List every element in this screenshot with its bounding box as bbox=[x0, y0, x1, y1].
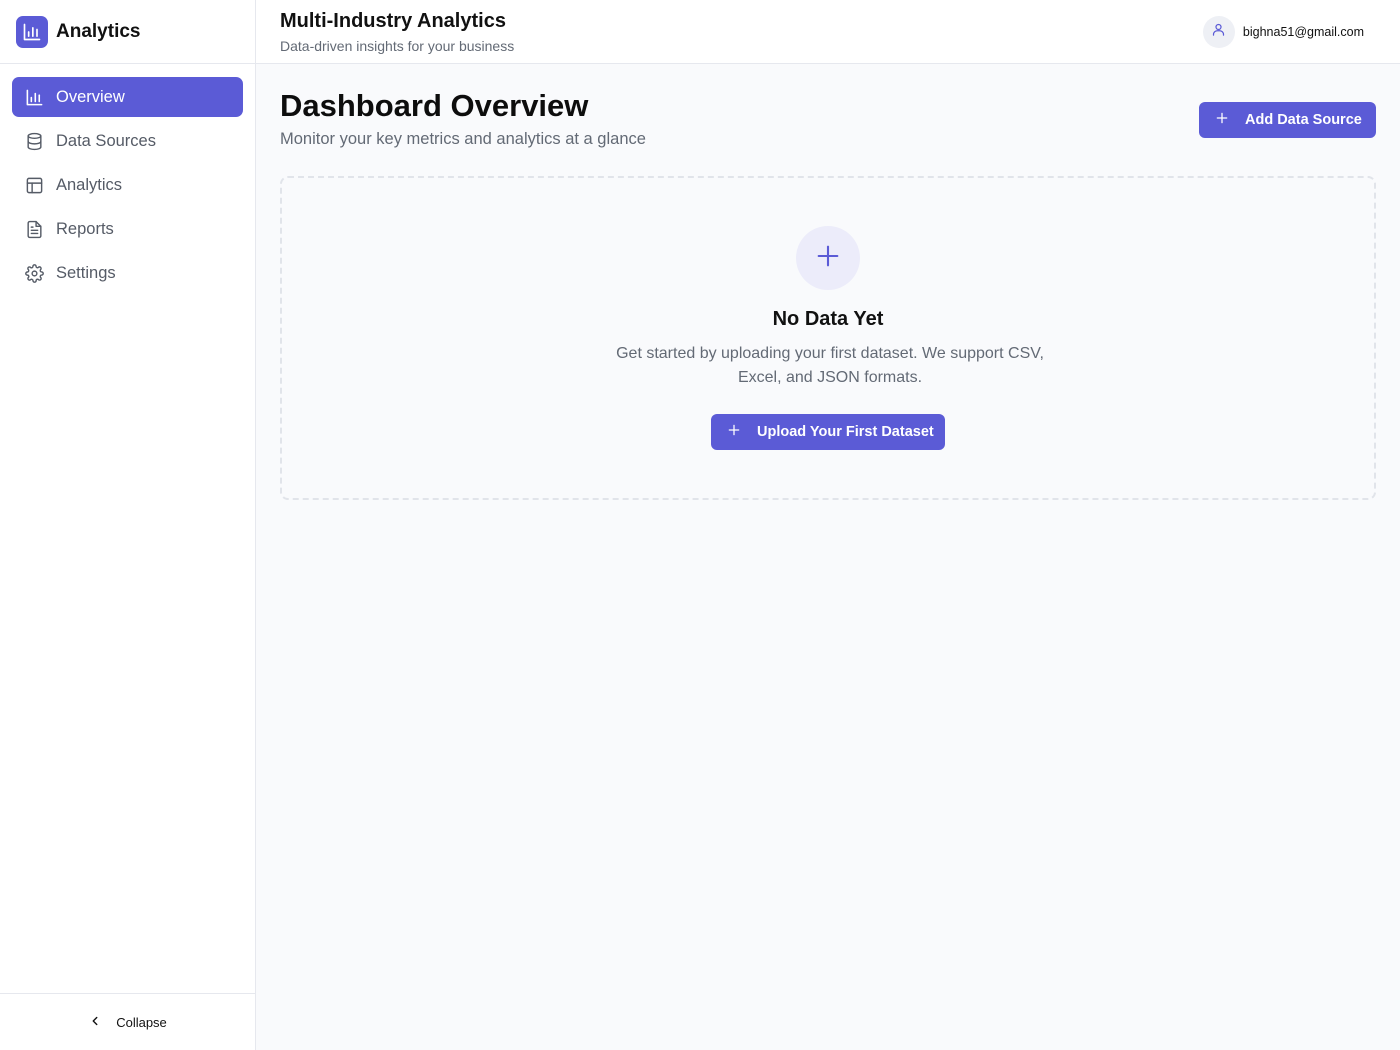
top-header: Multi-Industry Analytics Data-driven ins… bbox=[256, 0, 1400, 64]
header-title: Multi-Industry Analytics bbox=[280, 10, 506, 32]
empty-state-card: No Data Yet Get started by uploading you… bbox=[280, 176, 1376, 500]
page-subtitle: Monitor your key metrics and analytics a… bbox=[280, 130, 646, 148]
user-email: bighna51@gmail.com bbox=[1242, 25, 1364, 39]
empty-state-description: Get started by uploading your first data… bbox=[616, 345, 1044, 386]
sidebar-item-label: Overview bbox=[56, 87, 125, 106]
sidebar-item-settings[interactable]: Settings bbox=[12, 253, 243, 293]
main-content: Dashboard Overview Monitor your key metr… bbox=[256, 64, 1400, 1050]
database-icon bbox=[24, 131, 44, 151]
sidebar-item-data-sources[interactable]: Data Sources bbox=[12, 121, 243, 161]
chevron-left-icon bbox=[88, 1014, 102, 1031]
sidebar-item-analytics[interactable]: Analytics bbox=[12, 165, 243, 205]
file-text-icon bbox=[24, 219, 44, 239]
upload-dataset-label: Upload Your First Dataset bbox=[757, 424, 934, 440]
empty-state-title: No Data Yet bbox=[772, 308, 884, 330]
brand-name: Analytics bbox=[56, 20, 141, 42]
sidebar-item-label: Analytics bbox=[56, 175, 123, 194]
sidebar-item-label: Data Sources bbox=[56, 131, 156, 150]
sidebar-item-overview[interactable]: Overview bbox=[12, 77, 243, 117]
collapse-button[interactable]: Collapse bbox=[0, 993, 255, 1050]
sidebar-item-label: Settings bbox=[56, 263, 116, 282]
user-menu[interactable]: bighna51@gmail.com bbox=[1202, 16, 1364, 48]
brand-logo-icon bbox=[16, 15, 48, 48]
sidebar-item-reports[interactable]: Reports bbox=[12, 209, 243, 249]
layout-icon bbox=[24, 175, 44, 195]
plus-icon bbox=[814, 242, 842, 275]
header-subtitle: Data-driven insights for your business bbox=[280, 38, 515, 54]
avatar[interactable] bbox=[1202, 16, 1235, 48]
sidebar-nav: Overview Data Sources Analytics Reports … bbox=[0, 64, 255, 293]
user-icon bbox=[1211, 22, 1226, 42]
empty-state-icon-circle bbox=[796, 226, 860, 290]
plus-icon bbox=[1215, 111, 1229, 129]
add-data-source-label: Add Data Source bbox=[1245, 112, 1362, 128]
plus-icon bbox=[727, 423, 741, 441]
bar-chart-icon bbox=[24, 87, 44, 107]
page-title: Dashboard Overview bbox=[280, 88, 589, 123]
sidebar-item-label: Reports bbox=[56, 219, 114, 238]
add-data-source-button[interactable]: Add Data Source bbox=[1199, 102, 1376, 138]
brand[interactable]: Analytics bbox=[0, 0, 255, 64]
sidebar: Analytics Overview Data Sources Analytic… bbox=[0, 0, 256, 1050]
upload-dataset-button[interactable]: Upload Your First Dataset bbox=[711, 414, 945, 450]
collapse-label: Collapse bbox=[116, 1014, 167, 1030]
gear-icon bbox=[24, 263, 44, 283]
